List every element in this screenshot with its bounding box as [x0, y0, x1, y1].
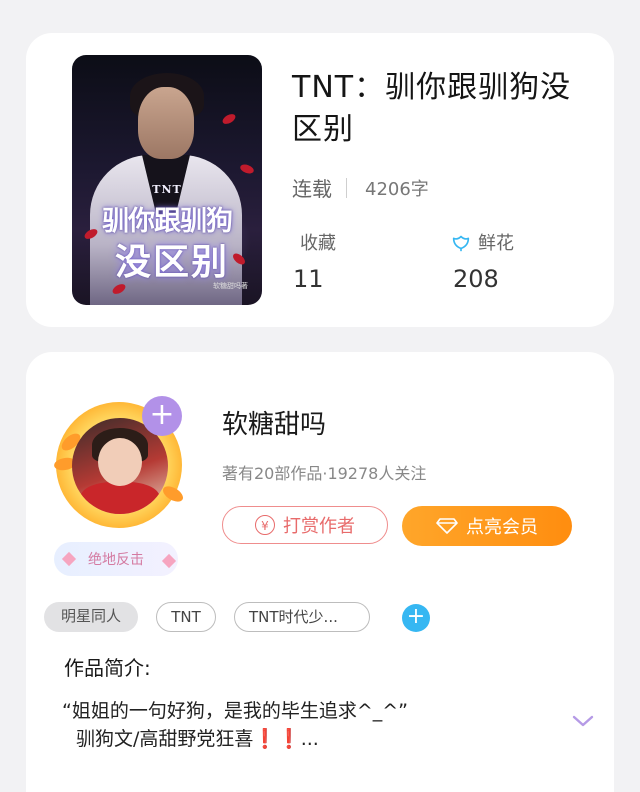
activate-vip-label: 点亮会员 — [466, 517, 538, 538]
cover-title-small: TNT — [152, 183, 182, 196]
flowers-label: 鲜花 — [478, 233, 514, 254]
petal — [220, 112, 238, 126]
favorites-label: 收藏 — [300, 233, 336, 254]
book-info-card: TNT 驯你跟驯狗 没区别 软糖甜吗著 TNT：驯你跟驯狗没区别 连载 4206… — [26, 33, 614, 327]
cover-author: 软糖甜吗著 — [213, 282, 248, 290]
favorites-count: 11 — [293, 265, 324, 293]
word-count: 4206字 — [365, 178, 429, 200]
flower-icon — [452, 235, 470, 252]
achievement-badge: 绝地反击 — [54, 542, 178, 576]
chevron-down-icon[interactable] — [572, 714, 594, 728]
tip-author-label: 打赏作者 — [283, 516, 355, 537]
intro-heading: 作品简介: — [64, 656, 151, 680]
add-tag-plus-icon[interactable]: + — [402, 604, 430, 632]
cover-figure-face — [138, 87, 194, 159]
serial-status: 连载 — [292, 177, 332, 201]
book-title: TNT：驯你跟驯狗没区别 — [292, 70, 572, 147]
cover-title-line2: 没区别 — [114, 241, 229, 283]
activate-vip-button[interactable]: 点亮会员 — [402, 506, 572, 546]
tag-tnt-era[interactable]: TNT时代少... — [234, 602, 370, 632]
avatar-figure-cloth — [80, 482, 160, 514]
intro-text-line1: “姐姐的一句好狗，是我的毕生追求^_^” — [62, 700, 409, 722]
book-meta: 连载 4206字 — [292, 173, 429, 202]
tag-celebrity-fanfic[interactable]: 明星同人 — [44, 602, 138, 632]
author-stats: 著有20部作品·19278人关注 — [222, 464, 427, 483]
flowers-stat[interactable]: 鲜花 — [450, 229, 514, 255]
author-name[interactable]: 软糖甜吗 — [222, 404, 326, 441]
follow-plus-icon[interactable]: + — [142, 396, 182, 436]
flowers-count: 208 — [453, 265, 499, 293]
tag-tnt[interactable]: TNT — [156, 602, 216, 632]
yen-icon: ¥ — [255, 515, 275, 535]
avatar-figure-face — [98, 438, 142, 486]
book-cover[interactable]: TNT 驯你跟驯狗 没区别 软糖甜吗著 — [72, 55, 262, 305]
badge-label: 绝地反击 — [88, 552, 144, 568]
author-card: + 绝地反击 软糖甜吗 著有20部作品·19278人关注 ¥ 打赏作者 点亮会员… — [26, 352, 614, 792]
diamond-icon — [436, 518, 458, 534]
tip-author-button[interactable]: ¥ 打赏作者 — [222, 506, 388, 544]
petal — [239, 162, 255, 176]
intro-text-line2: 驯狗文/高甜野党狂喜❗❗... — [76, 728, 319, 750]
divider — [346, 177, 347, 198]
